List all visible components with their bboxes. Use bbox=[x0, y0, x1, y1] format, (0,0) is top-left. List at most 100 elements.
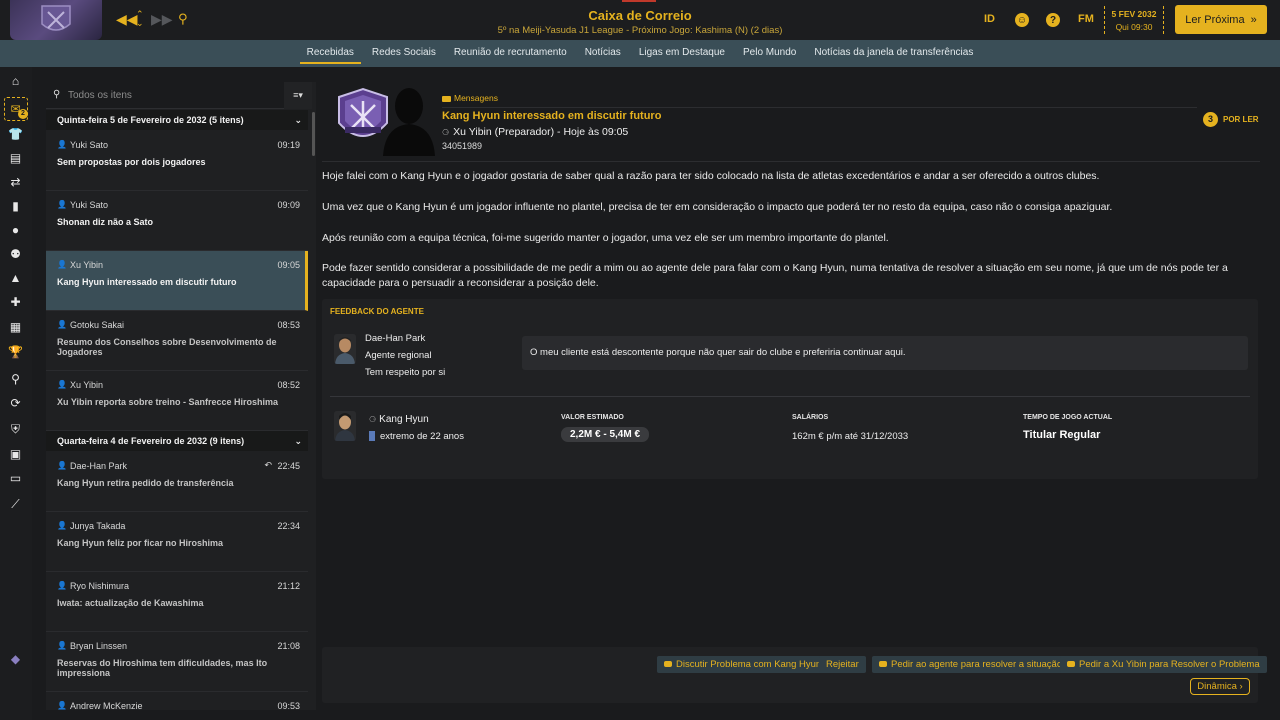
person-icon: 👤 bbox=[57, 521, 67, 530]
reports-chart-icon[interactable]: ⟋ bbox=[8, 497, 23, 512]
time-label: Qui 09:30 bbox=[1115, 22, 1153, 32]
player-role-icon: ⚆ bbox=[369, 415, 377, 424]
message-subject: Resumo dos Conselhos sobre Desenvolvimen… bbox=[57, 337, 277, 357]
player-avatar[interactable] bbox=[334, 411, 356, 441]
group-header-label: Quarta-feira 4 de Fevereiro de 2032 (9 i… bbox=[57, 436, 245, 446]
message-time: 09:05 bbox=[277, 260, 300, 270]
person-icon: 👤 bbox=[57, 581, 67, 590]
competitions-trophy-icon[interactable]: 🏆 bbox=[8, 345, 23, 360]
finances-briefcase-icon[interactable]: ▣ bbox=[8, 447, 23, 462]
message-paragraph: Hoje falei com o Kang Hyun e o jogador g… bbox=[322, 170, 1100, 182]
tab-reuniao-recrutamento[interactable]: Reunião de recrutamento bbox=[445, 40, 576, 67]
player-name[interactable]: ⚆ Kang Hyun bbox=[369, 414, 429, 425]
fm-menu-button[interactable]: FM bbox=[1078, 13, 1094, 25]
search-icon: ⚲ bbox=[53, 89, 61, 100]
action-label: Discutir Problema com Kang Hyun bbox=[676, 659, 822, 670]
player-description-label: extremo de 22 anos bbox=[380, 431, 464, 442]
agent-avatar[interactable] bbox=[334, 334, 356, 364]
search-input[interactable] bbox=[68, 87, 268, 104]
list-item[interactable]: 👤 Yuki Sato 09:19 Sem propostas por dois… bbox=[46, 131, 308, 191]
unread-indicator[interactable]: 3 POR LER bbox=[1203, 112, 1259, 127]
message-list: ⚲ ≡▾ Quinta-feira 5 de Fevereiro de 2032… bbox=[46, 82, 316, 710]
club-crest-icon[interactable]: ◆ bbox=[8, 652, 23, 667]
dynamics-button[interactable]: Dinâmica › bbox=[1190, 678, 1250, 695]
group-header-thursday[interactable]: Quinta-feira 5 de Fevereiro de 2032 (5 i… bbox=[46, 110, 308, 130]
reply-icon: ↶ bbox=[264, 460, 272, 470]
double-chevron-right-icon: » bbox=[1250, 13, 1257, 26]
list-item[interactable]: 👤 Ryo Nishimura 21:12 Iwata: actualizaçã… bbox=[46, 572, 308, 632]
list-item[interactable]: 👤 Junya Takada 22:34 Kang Hyun feliz por… bbox=[46, 512, 308, 572]
id-button[interactable]: ID bbox=[984, 13, 995, 25]
message-type: Mensagens bbox=[442, 93, 498, 103]
inbox-tabs: Recebidas Redes Sociais Reunião de recru… bbox=[0, 40, 1280, 67]
list-scrollbar[interactable] bbox=[312, 112, 315, 156]
filter-menu-button[interactable]: ≡▾ bbox=[284, 82, 312, 109]
playtime-value: Titular Regular bbox=[1023, 429, 1101, 441]
feedback-divider bbox=[330, 396, 1250, 397]
message-subject: Sem propostas por dois jogadores bbox=[57, 157, 206, 167]
data-hub-icon[interactable]: ▮ bbox=[8, 199, 23, 214]
list-item[interactable]: 👤 Gotoku Sakai 08:53 Resumo dos Conselho… bbox=[46, 311, 308, 371]
continue-button[interactable]: Ler Próxima » bbox=[1175, 5, 1267, 34]
person-icon: 👤 bbox=[57, 380, 67, 389]
list-item[interactable]: 👤 Dae-Han Park ↶ 22:45 Kang Hyun retira … bbox=[46, 452, 308, 512]
reject-button[interactable]: Rejeitar bbox=[819, 656, 866, 673]
staff-icon[interactable]: ⚉ bbox=[8, 247, 23, 262]
person-icon: 👤 bbox=[57, 200, 67, 209]
speech-bubble-icon bbox=[664, 661, 672, 668]
page-subtitle: 5º na Meiji-Yasuda J1 League - Próximo J… bbox=[497, 25, 783, 36]
message-time: 21:08 bbox=[277, 641, 300, 651]
action-label: Rejeitar bbox=[826, 659, 859, 670]
tactics-clipboard-icon[interactable]: ▤ bbox=[8, 151, 23, 166]
tab-pelo-mundo[interactable]: Pelo Mundo bbox=[734, 40, 805, 67]
unread-count: 3 bbox=[1203, 112, 1218, 127]
scouting-search-icon[interactable]: ⚲ bbox=[8, 372, 23, 387]
tab-redes-sociais[interactable]: Redes Sociais bbox=[363, 40, 445, 67]
chevron-down-icon[interactable]: ⌄ bbox=[294, 431, 302, 451]
dynamics-icon[interactable]: ⇄ bbox=[8, 175, 23, 190]
person-icon: 👤 bbox=[57, 260, 67, 269]
list-item[interactable]: 👤 Bryan Linssen 21:08 Reservas do Hirosh… bbox=[46, 632, 308, 692]
tab-recebidas[interactable]: Recebidas bbox=[298, 40, 363, 67]
message-from[interactable]: ⚆ Xu Yibin (Preparador) - Hoje às 09:05 bbox=[442, 126, 628, 138]
schedule-icon[interactable]: ▦ bbox=[8, 320, 23, 335]
agent-name[interactable]: Dae-Han Park bbox=[365, 333, 425, 344]
discuss-problem-button[interactable]: Discutir Problema com Kang Hyun bbox=[657, 656, 829, 673]
list-item[interactable]: 👤 Yuki Sato 09:09 Shonan diz não a Sato bbox=[46, 191, 308, 251]
message-sender: Bryan Linssen bbox=[70, 641, 128, 651]
person-icon: 👤 bbox=[57, 320, 67, 329]
game-date[interactable]: 5 FEV 2032 Qui 09:30 bbox=[1104, 6, 1164, 34]
message-sender: Dae-Han Park bbox=[70, 461, 128, 471]
tab-noticias[interactable]: Notícias bbox=[576, 40, 630, 67]
player-description: extremo de 22 anos bbox=[369, 431, 464, 442]
salary-value: 162m € p/m até 31/12/2033 bbox=[792, 431, 909, 442]
agent-role: Agente regional bbox=[365, 350, 432, 361]
ask-staff-button[interactable]: Pedir a Xu Yibin para Resolver o Problem… bbox=[1060, 656, 1267, 673]
medical-icon[interactable]: ✚ bbox=[8, 295, 23, 310]
group-header-wednesday[interactable]: Quarta-feira 4 de Fevereiro de 2032 (9 i… bbox=[46, 431, 308, 451]
club-info-shield-icon[interactable]: ⛨ bbox=[8, 422, 23, 437]
list-item[interactable]: 👤 Andrew McKenzie 09:53 bbox=[46, 692, 308, 710]
transfers-icon[interactable]: ⟳ bbox=[8, 396, 23, 411]
home-icon[interactable]: ⌂ bbox=[8, 74, 23, 89]
development-icon[interactable]: ▲ bbox=[8, 271, 23, 286]
message-subject: Iwata: actualização de Kawashima bbox=[57, 598, 204, 608]
training-ball-icon[interactable]: ● bbox=[8, 223, 23, 238]
message-paragraph: Pode fazer sentido considerar a possibil… bbox=[322, 262, 1228, 289]
tickets-icon[interactable]: ▭ bbox=[8, 471, 23, 486]
agent-quote: O meu cliente está descontente porque nã… bbox=[522, 336, 1248, 370]
staff-photo-silhouette[interactable] bbox=[379, 82, 439, 156]
message-type-label: Mensagens bbox=[454, 93, 498, 103]
list-item-selected[interactable]: 👤 Xu Yibin 09:05 Kang Hyun interessado e… bbox=[46, 251, 308, 311]
squad-shirt-icon[interactable]: 👕 bbox=[8, 127, 23, 142]
help-icon[interactable]: ? bbox=[1046, 13, 1060, 27]
tab-noticias-transferencias[interactable]: Notícias da janela de transferências bbox=[805, 40, 982, 67]
brain-icon[interactable]: ☺ bbox=[1015, 13, 1029, 27]
header-divider bbox=[442, 107, 1197, 108]
ask-agent-button[interactable]: Pedir ao agente para resolver a situação bbox=[872, 656, 1070, 673]
tab-ligas-destaque[interactable]: Ligas em Destaque bbox=[630, 40, 734, 67]
chevron-down-icon[interactable]: ⌄ bbox=[294, 110, 302, 130]
list-item[interactable]: 👤 Xu Yibin 08:52 Xu Yibin reporta sobre … bbox=[46, 371, 308, 431]
envelope-icon bbox=[442, 95, 451, 102]
message-subject: Kang Hyun feliz por ficar no Hiroshima bbox=[57, 538, 224, 548]
